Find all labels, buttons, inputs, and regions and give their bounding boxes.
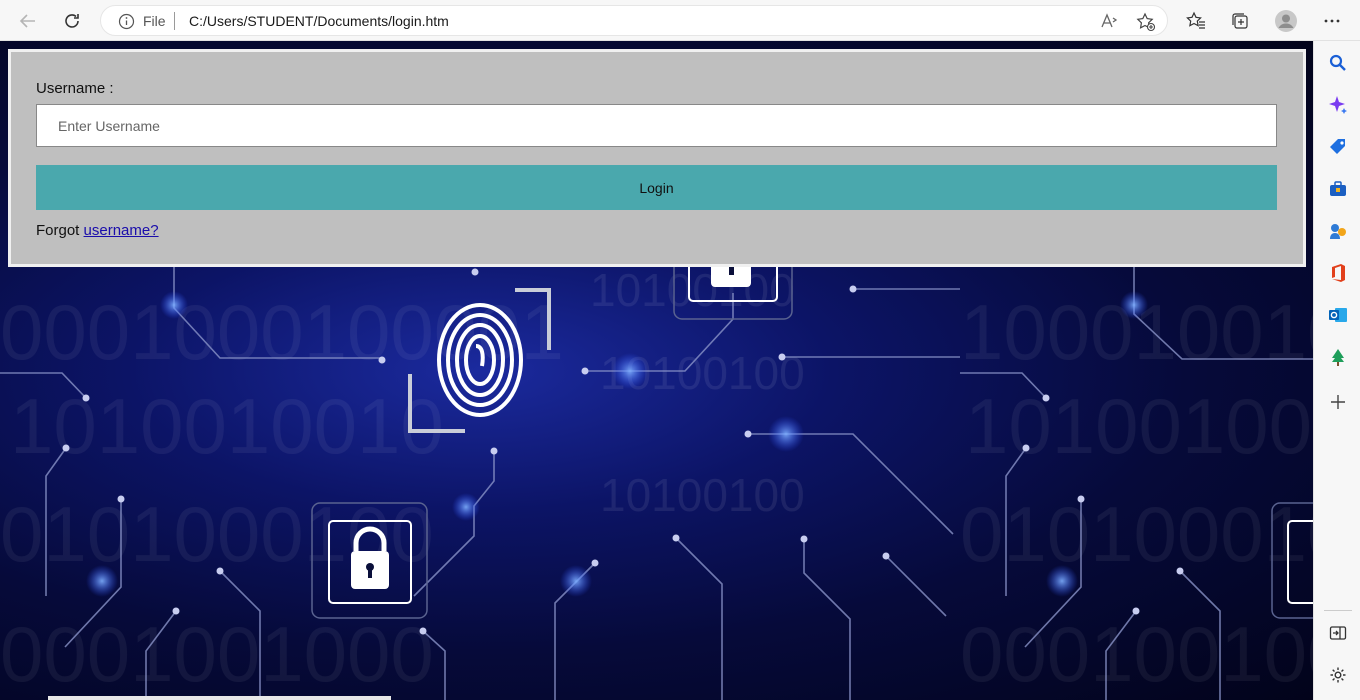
address-url[interactable]: C:/Users/STUDENT/Documents/login.htm <box>189 13 449 29</box>
favorites-icon <box>1186 11 1205 29</box>
profile-icon <box>1275 10 1297 32</box>
forgot-username-text: Forgot username? <box>36 222 159 239</box>
search-icon[interactable] <box>1326 51 1350 75</box>
info-icon[interactable] <box>118 13 135 35</box>
username-label: Username : <box>36 80 114 97</box>
profile-button[interactable] <box>1274 9 1298 33</box>
back-button[interactable] <box>13 6 43 36</box>
address-prefix: File <box>143 13 166 29</box>
binary-text: 10100100 <box>600 469 805 521</box>
forgot-label: Forgot <box>36 222 80 239</box>
address-bar[interactable]: File C:/Users/STUDENT/Documents/login.ht… <box>100 5 1168 36</box>
binary-text: 0001000100001 <box>0 288 564 376</box>
collections-button[interactable] <box>1228 9 1252 33</box>
more-button[interactable] <box>1320 9 1344 33</box>
forgot-username-link[interactable]: username? <box>84 222 159 239</box>
login-form: Username : Login Forgot username? <box>8 49 1306 267</box>
copilot-icon[interactable] <box>1326 93 1350 117</box>
refresh-button[interactable] <box>57 6 87 36</box>
binary-text: 0001001000 <box>0 610 434 698</box>
collections-icon <box>1232 13 1248 29</box>
tools-icon[interactable] <box>1326 177 1350 201</box>
settings-icon[interactable] <box>1326 663 1350 687</box>
binary-text: 0001001000 <box>960 610 1313 698</box>
add-favorite-icon[interactable] <box>1136 12 1156 37</box>
more-icon <box>1324 19 1340 23</box>
browser-toolbar: File C:/Users/STUDENT/Documents/login.ht… <box>0 0 1360 41</box>
outlook-icon[interactable] <box>1326 303 1350 327</box>
split-screen-icon[interactable] <box>1326 621 1350 645</box>
sidebar-divider <box>1324 610 1352 611</box>
login-button[interactable]: Login <box>36 165 1277 210</box>
favorites-button[interactable] <box>1184 9 1208 33</box>
shopping-icon[interactable] <box>1326 135 1350 159</box>
username-input[interactable] <box>36 104 1277 147</box>
office-icon[interactable] <box>1326 261 1350 285</box>
browser-sidebar <box>1313 41 1360 700</box>
drop-icon[interactable] <box>1326 345 1350 369</box>
refresh-icon <box>65 14 79 28</box>
games-icon[interactable] <box>1326 219 1350 243</box>
read-aloud-icon[interactable] <box>1100 12 1118 35</box>
binary-text: 10100100 <box>590 264 795 316</box>
add-icon[interactable] <box>1326 390 1350 414</box>
binary-text: 1010010010 <box>965 382 1313 470</box>
binary-text: 1010010010 <box>10 382 444 470</box>
back-icon <box>19 14 35 28</box>
address-divider <box>174 12 175 30</box>
binary-text: 0101000100 <box>960 490 1313 578</box>
